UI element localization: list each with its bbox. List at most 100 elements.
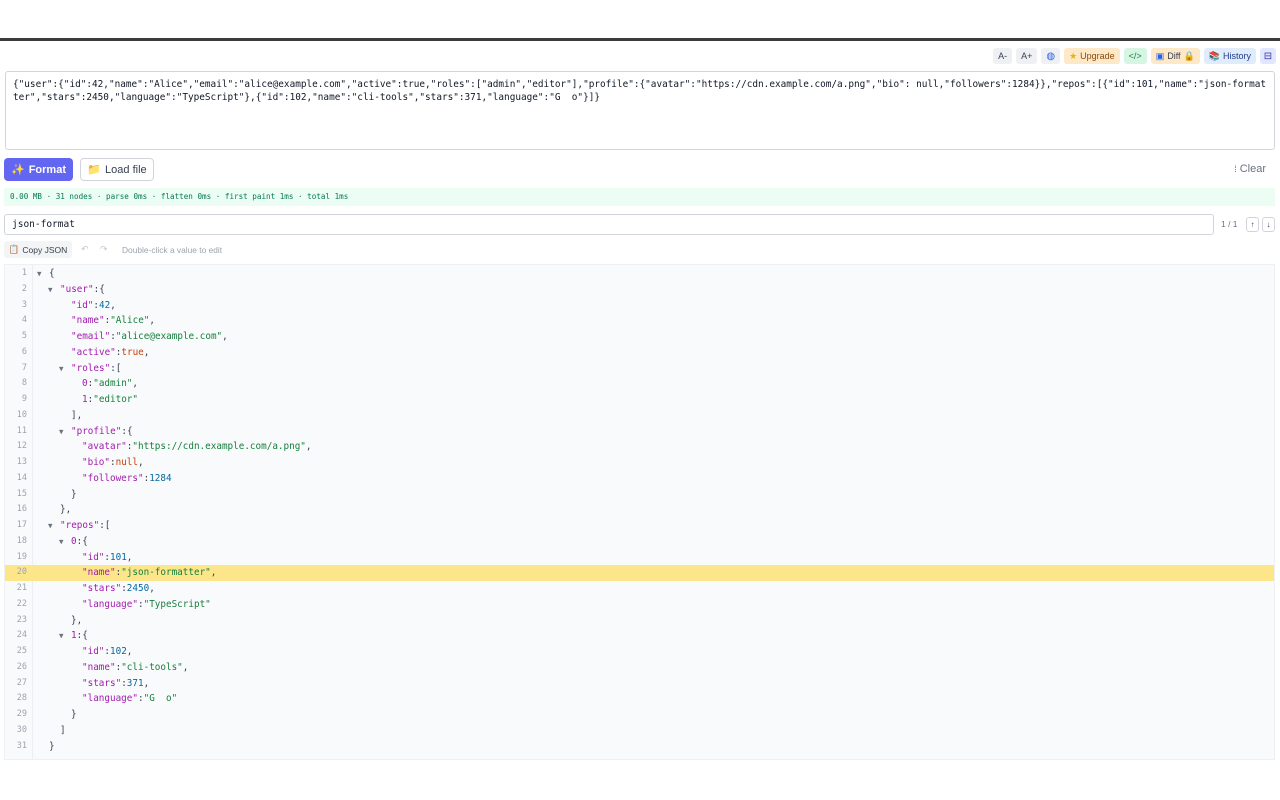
line-number: 12 bbox=[16, 441, 27, 452]
tree-line[interactable]: 11 ▼ "profile":{ bbox=[5, 424, 1274, 440]
json-literal-value[interactable]: null bbox=[116, 457, 138, 468]
tree-line[interactable]: 10], bbox=[5, 408, 1274, 424]
collapse-toggle-icon[interactable]: ▼ bbox=[48, 518, 60, 534]
diff-button[interactable]: ▣ Diff 🔒 bbox=[1150, 48, 1200, 64]
collapse-toggle-icon[interactable]: ▼ bbox=[59, 424, 71, 440]
tree-line[interactable]: 3 "id":42, bbox=[5, 298, 1274, 314]
collapse-toggle-icon[interactable]: ▼ bbox=[59, 361, 71, 377]
line-number: 3 bbox=[21, 299, 27, 310]
tree-line[interactable]: 13 "bio":null, bbox=[5, 455, 1274, 471]
search-input[interactable]: json-format bbox=[4, 214, 1214, 235]
line-number: 13 bbox=[16, 457, 27, 467]
line-number: 19 bbox=[16, 551, 27, 562]
code-view-button[interactable]: </> bbox=[1123, 48, 1147, 64]
tree-line[interactable]: 8 0:"admin", bbox=[5, 376, 1274, 392]
line-number: 7 bbox=[21, 362, 27, 373]
json-formatter-app: A- A+ ◍ ★ Upgrade </> ▣ Diff 🔒 📚 History… bbox=[0, 41, 1280, 760]
tree-line[interactable]: 17 ▼ "repos":[ bbox=[5, 518, 1274, 534]
tree-line[interactable]: 16}, bbox=[5, 502, 1274, 518]
line-number: 31 bbox=[16, 740, 27, 751]
json-literal-value[interactable]: true bbox=[121, 347, 143, 358]
split-layout-icon: ⊟ bbox=[1263, 50, 1273, 62]
json-string-value[interactable]: "json-formatter" bbox=[121, 567, 211, 578]
tree-line[interactable]: 6 "active":true, bbox=[5, 345, 1274, 361]
tree-line[interactable]: 7 ▼ "roles":[ bbox=[5, 361, 1274, 377]
line-number: 10 bbox=[16, 409, 27, 420]
tree-line[interactable]: 2 ▼ "user":{ bbox=[5, 282, 1274, 298]
tree-line[interactable]: 24 ▼ 1:{ bbox=[5, 628, 1274, 644]
json-number-value[interactable]: 42 bbox=[99, 300, 110, 311]
sparkles-icon: ✨ bbox=[11, 164, 25, 176]
font-larger-button[interactable]: A+ bbox=[1016, 48, 1038, 64]
collapse-toggle-icon[interactable]: ▼ bbox=[59, 534, 71, 550]
line-content: "bio":null, bbox=[70, 455, 144, 471]
language-button[interactable]: ◍ bbox=[1041, 48, 1061, 64]
json-string-value[interactable]: "Alice" bbox=[110, 315, 149, 326]
arrow-up-icon: ↑ bbox=[1250, 220, 1255, 229]
tree-line[interactable]: 31} bbox=[5, 739, 1274, 755]
undo-button[interactable]: ↶ bbox=[81, 244, 89, 255]
tree-line[interactable]: 18 ▼ 0:{ bbox=[5, 534, 1274, 550]
upgrade-button[interactable]: ★ Upgrade bbox=[1064, 48, 1120, 64]
json-string-value[interactable]: "G o" bbox=[144, 693, 178, 704]
tree-line[interactable]: 21 "stars":2450, bbox=[5, 581, 1274, 597]
tree-line[interactable]: 5 "email":"alice@example.com", bbox=[5, 329, 1274, 345]
copy-json-label: Copy JSON bbox=[22, 244, 68, 255]
line-content: "followers":1284 bbox=[70, 471, 172, 487]
tree-line[interactable]: 25 "id":102, bbox=[5, 644, 1274, 660]
json-key: "language" bbox=[82, 598, 138, 610]
history-button[interactable]: 📚 History bbox=[1203, 48, 1256, 64]
json-punctuation: :[ bbox=[99, 520, 111, 531]
tree-line[interactable]: 14 "followers":1284 bbox=[5, 471, 1274, 487]
collapse-toggle-icon[interactable]: ▼ bbox=[59, 628, 71, 644]
tree-line[interactable]: 1 ▼{ bbox=[5, 266, 1274, 282]
tree-line[interactable]: 23}, bbox=[5, 613, 1274, 629]
tree-line[interactable]: 9 1:"editor" bbox=[5, 392, 1274, 408]
clear-button[interactable]: ⁞ Clear bbox=[1234, 163, 1266, 175]
json-string-value[interactable]: "TypeScript" bbox=[144, 599, 211, 610]
tree-line[interactable]: 12 "avatar":"https://cdn.example.com/a.pn… bbox=[5, 439, 1274, 455]
tree-line[interactable]: 22 "language":"TypeScript" bbox=[5, 597, 1274, 613]
json-number-value[interactable]: 2450 bbox=[127, 583, 149, 594]
line-content: ▼ 1:{ bbox=[59, 628, 88, 644]
redo-button[interactable]: ↷ bbox=[100, 244, 108, 255]
load-file-button[interactable]: 📁 Load file bbox=[80, 158, 154, 181]
copy-json-button[interactable]: 📋 Copy JSON bbox=[4, 241, 72, 258]
tree-line[interactable]: 29} bbox=[5, 707, 1274, 723]
json-string-value[interactable]: "https://cdn.example.com/a.png" bbox=[132, 441, 306, 452]
tree-line[interactable]: 4 "name":"Alice", bbox=[5, 313, 1274, 329]
line-number: 28 bbox=[16, 693, 27, 704]
json-string-value[interactable]: "admin" bbox=[93, 378, 132, 389]
clear-label: Clear bbox=[1239, 163, 1266, 175]
tree-line[interactable]: 28 "language":"G o" bbox=[5, 691, 1274, 707]
json-key: "id" bbox=[82, 646, 105, 657]
json-key: "name" bbox=[82, 567, 116, 579]
tree-line[interactable]: 27 "stars":371, bbox=[5, 676, 1274, 692]
json-number-value[interactable]: 371 bbox=[127, 678, 144, 689]
line-content: "name":"json-formatter", bbox=[70, 565, 216, 581]
json-number-value[interactable]: 101 bbox=[110, 552, 127, 563]
line-number: 26 bbox=[16, 661, 27, 672]
font-smaller-button[interactable]: A- bbox=[993, 48, 1013, 64]
json-number-value[interactable]: 102 bbox=[110, 646, 127, 657]
next-match-button[interactable]: ↓ bbox=[1262, 217, 1275, 232]
json-key: "followers" bbox=[82, 472, 144, 484]
prev-match-button-face[interactable]: ↑ bbox=[1246, 217, 1259, 232]
json-string-value[interactable]: "cli-tools" bbox=[121, 662, 183, 673]
layout-toggle-button[interactable]: ⊟ bbox=[1260, 48, 1276, 64]
format-button[interactable]: ✨ Format bbox=[4, 158, 73, 181]
collapse-toggle-icon[interactable]: ▼ bbox=[37, 266, 49, 282]
line-content: 1:"editor" bbox=[70, 392, 138, 408]
books-icon: 📚 bbox=[1208, 50, 1220, 61]
tree-line[interactable]: 30] bbox=[5, 723, 1274, 739]
json-string-value[interactable]: "alice@example.com" bbox=[116, 331, 222, 342]
tree-line[interactable]: 20 "name":"json-formatter", bbox=[5, 565, 1274, 581]
raw-json-input[interactable]: {"user":{"id":42,"name":"Alice","email":… bbox=[5, 71, 1275, 150]
collapse-toggle-icon[interactable]: ▼ bbox=[48, 282, 60, 298]
json-string-value[interactable]: "editor" bbox=[93, 394, 138, 405]
json-number-value[interactable]: 1284 bbox=[149, 473, 171, 484]
tree-line[interactable]: 26 "name":"cli-tools", bbox=[5, 660, 1274, 676]
tree-line[interactable]: 15} bbox=[5, 487, 1274, 503]
tree-line[interactable]: 19 "id":101, bbox=[5, 550, 1274, 566]
line-number: 14 bbox=[16, 472, 27, 483]
